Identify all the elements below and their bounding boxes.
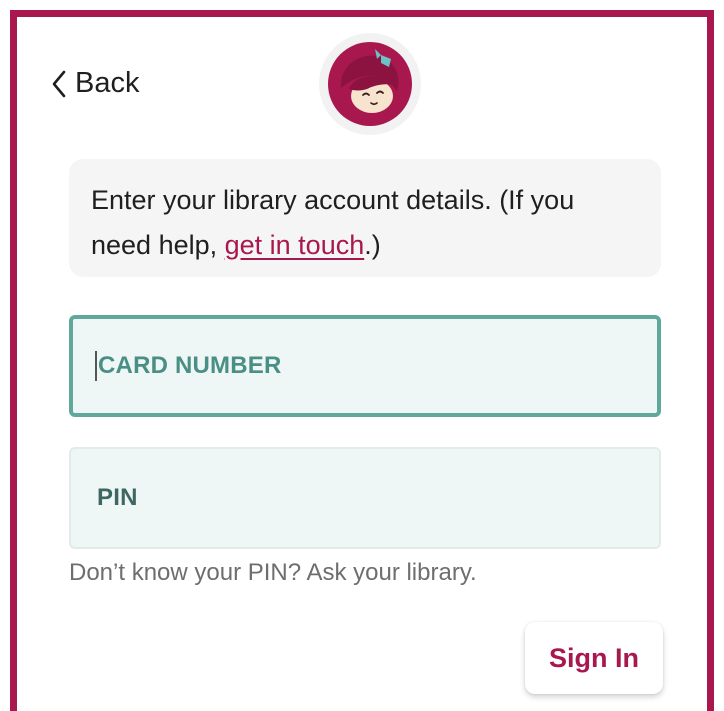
- app-frame: Back Enter your library account details.…: [10, 10, 714, 711]
- chevron-left-icon: [51, 70, 67, 98]
- libby-logo-icon: [319, 33, 421, 135]
- back-label: Back: [75, 67, 140, 99]
- info-text-after: .): [364, 230, 381, 260]
- account-info-message: Enter your library account details. (If …: [69, 159, 661, 277]
- get-in-touch-link[interactable]: get in touch: [225, 230, 365, 260]
- card-number-input[interactable]: CARD NUMBER: [69, 315, 661, 417]
- sign-in-label: Sign In: [549, 642, 639, 673]
- sign-in-button[interactable]: Sign In: [525, 622, 663, 694]
- text-cursor: [95, 351, 97, 381]
- card-number-placeholder: CARD NUMBER: [98, 352, 282, 379]
- pin-hint-text: Don’t know your PIN? Ask your library.: [69, 559, 477, 586]
- back-button[interactable]: Back: [51, 67, 139, 100]
- pin-input[interactable]: PIN: [69, 447, 661, 549]
- pin-placeholder: PIN: [97, 484, 138, 511]
